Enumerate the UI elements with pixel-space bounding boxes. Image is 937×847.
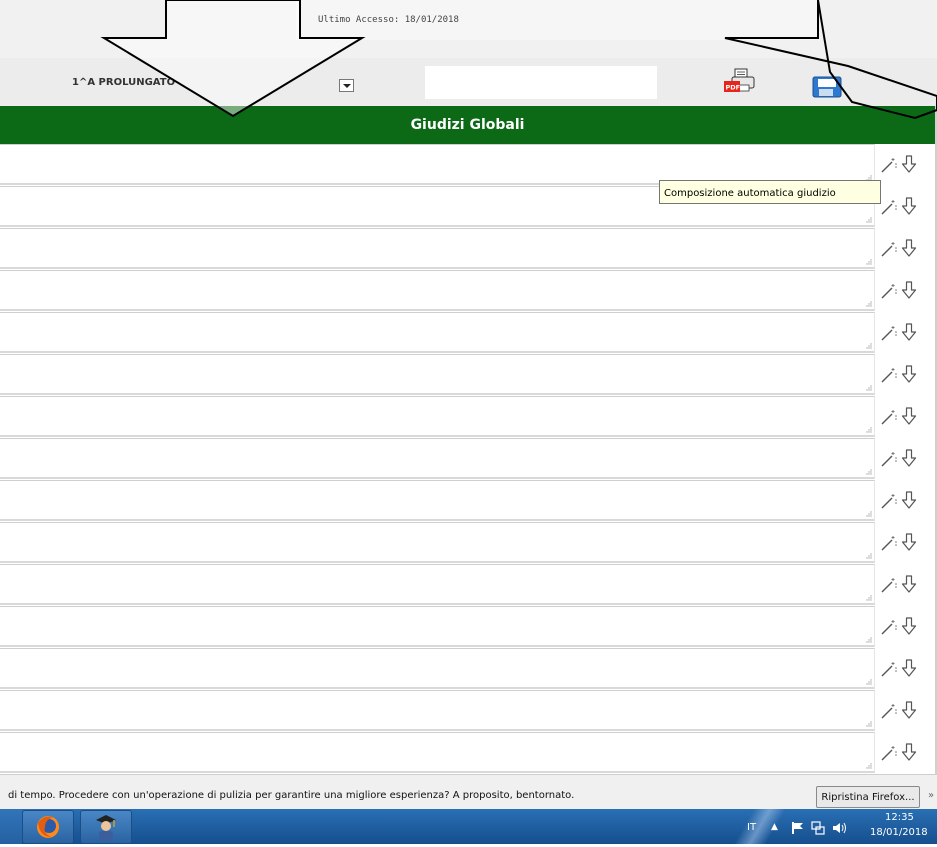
judgement-row	[0, 648, 935, 690]
last-access-label: Ultimo Accesso: 18/01/2018	[318, 15, 459, 25]
search-input[interactable]	[425, 66, 657, 99]
magic-wand-icon[interactable]	[880, 576, 898, 594]
taskbar-firefox[interactable]	[22, 810, 74, 844]
pdf-badge-text: PDF	[726, 84, 741, 92]
judgement-textarea[interactable]	[0, 312, 875, 353]
firefox-icon	[37, 816, 59, 838]
tray-expand-icon[interactable]: ▲	[771, 822, 778, 832]
magic-wand-icon[interactable]	[880, 240, 898, 258]
arrow-down-icon[interactable]	[901, 280, 917, 300]
judgement-row	[0, 480, 935, 522]
arrow-down-icon[interactable]	[901, 238, 917, 258]
save-icon[interactable]	[812, 76, 842, 98]
magic-wand-icon[interactable]	[880, 492, 898, 510]
resize-grip-icon[interactable]	[865, 258, 873, 266]
resize-grip-icon[interactable]	[865, 762, 873, 770]
resize-grip-icon[interactable]	[865, 426, 873, 434]
resize-grip-icon[interactable]	[865, 300, 873, 308]
judgement-textarea[interactable]	[0, 396, 875, 437]
magic-wand-icon[interactable]	[880, 744, 898, 762]
student-icon	[96, 815, 116, 841]
resize-grip-icon[interactable]	[865, 678, 873, 686]
clock-date[interactable]: 18/01/2018	[870, 827, 928, 838]
magic-wand-icon[interactable]	[880, 534, 898, 552]
network-icon[interactable]	[811, 821, 825, 835]
magic-wand-icon[interactable]	[880, 618, 898, 636]
arrow-down-icon[interactable]	[901, 448, 917, 468]
resize-grip-icon[interactable]	[865, 216, 873, 224]
judgement-row	[0, 438, 935, 480]
magic-wand-icon[interactable]	[880, 408, 898, 426]
resize-grip-icon[interactable]	[865, 510, 873, 518]
judgement-textarea[interactable]	[0, 270, 875, 311]
judgement-rows	[0, 144, 935, 774]
class-dropdown-button[interactable]	[339, 79, 354, 92]
section-title: Giudizi Globali	[0, 106, 935, 144]
judgement-row	[0, 312, 935, 354]
judgement-textarea[interactable]	[0, 732, 875, 773]
taskbar-school-app[interactable]	[80, 810, 132, 844]
arrow-down-icon[interactable]	[901, 154, 917, 174]
resize-grip-icon[interactable]	[865, 636, 873, 644]
notification-text: di tempo. Procedere con un'operazione di…	[8, 790, 575, 801]
magic-wand-icon[interactable]	[880, 156, 898, 174]
tooltip: Composizione automatica giudizio	[659, 180, 881, 204]
magic-wand-icon[interactable]	[880, 282, 898, 300]
judgement-row	[0, 396, 935, 438]
judgement-row	[0, 228, 935, 270]
resize-grip-icon[interactable]	[865, 594, 873, 602]
judgement-row	[0, 354, 935, 396]
class-name-label: 1^A PROLUNGATO	[72, 77, 176, 88]
judgement-textarea[interactable]	[0, 564, 875, 605]
judgement-textarea[interactable]	[0, 228, 875, 269]
resize-grip-icon[interactable]	[865, 468, 873, 476]
judgement-textarea[interactable]	[0, 690, 875, 731]
judgement-row	[0, 522, 935, 564]
taskbar-highlight	[690, 809, 830, 844]
judgement-textarea[interactable]	[0, 144, 875, 185]
arrow-down-icon[interactable]	[901, 700, 917, 720]
magic-wand-icon[interactable]	[880, 198, 898, 216]
magic-wand-icon[interactable]	[880, 366, 898, 384]
arrow-down-icon[interactable]	[901, 406, 917, 426]
magic-wand-icon[interactable]	[880, 702, 898, 720]
arrow-down-icon[interactable]	[901, 616, 917, 636]
start-button[interactable]	[0, 809, 22, 844]
arrow-down-icon[interactable]	[901, 532, 917, 552]
volume-icon[interactable]	[832, 821, 848, 835]
judgement-row	[0, 732, 935, 774]
judgement-row	[0, 270, 935, 312]
arrow-down-icon[interactable]	[901, 490, 917, 510]
clock-time[interactable]: 12:35	[885, 812, 914, 823]
notification-close[interactable]: »	[928, 790, 934, 801]
reset-firefox-button[interactable]: Ripristina Firefox...	[816, 786, 920, 808]
resize-grip-icon[interactable]	[865, 342, 873, 350]
magic-wand-icon[interactable]	[880, 450, 898, 468]
arrow-down-icon[interactable]	[901, 742, 917, 762]
judgement-textarea[interactable]	[0, 438, 875, 479]
judgement-textarea[interactable]	[0, 648, 875, 689]
judgement-row	[0, 564, 935, 606]
judgement-textarea[interactable]	[0, 480, 875, 521]
arrow-down-icon[interactable]	[901, 322, 917, 342]
arrow-down-icon[interactable]	[901, 364, 917, 384]
resize-grip-icon[interactable]	[865, 384, 873, 392]
magic-wand-icon[interactable]	[880, 660, 898, 678]
arrow-down-icon[interactable]	[901, 196, 917, 216]
judgement-textarea[interactable]	[0, 354, 875, 395]
judgement-row	[0, 606, 935, 648]
judgement-textarea[interactable]	[0, 606, 875, 647]
resize-grip-icon[interactable]	[865, 720, 873, 728]
judgement-textarea[interactable]	[0, 522, 875, 563]
arrow-down-icon[interactable]	[901, 574, 917, 594]
language-indicator[interactable]: IT	[747, 822, 756, 833]
arrow-down-icon[interactable]	[901, 658, 917, 678]
magic-wand-icon[interactable]	[880, 324, 898, 342]
flag-icon[interactable]	[791, 821, 805, 835]
resize-grip-icon[interactable]	[865, 552, 873, 560]
judgement-row	[0, 690, 935, 732]
pdf-print-icon[interactable]: PDF	[723, 68, 757, 94]
